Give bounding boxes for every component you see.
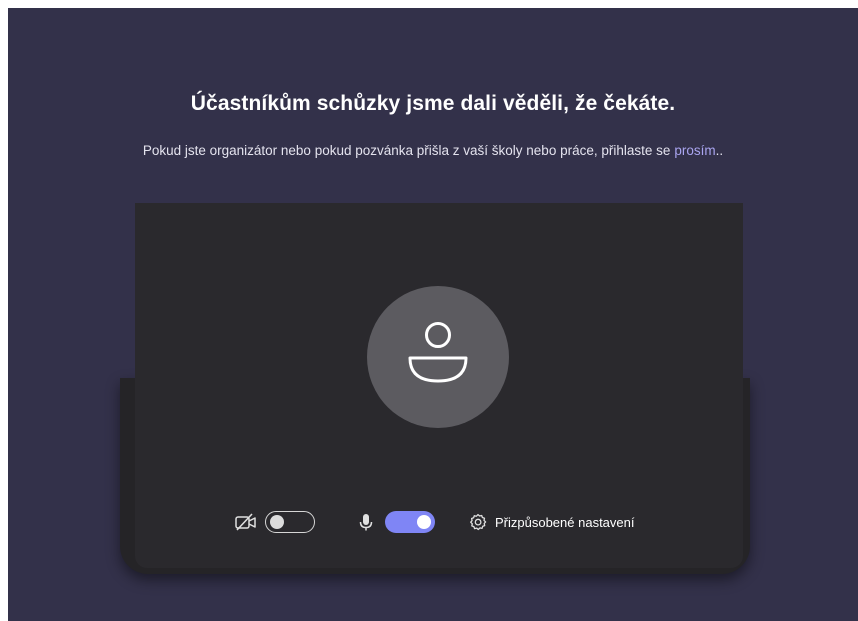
meeting-lobby: Účastníkům schůzky jsme dali věděli, že …	[8, 8, 858, 621]
video-preview: Přizpůsobené nastavení	[135, 203, 743, 568]
signin-prompt-text: Pokud jste organizátor nebo pokud pozván…	[142, 143, 671, 158]
device-settings-button[interactable]: Přizpůsobené nastavení	[468, 512, 634, 532]
device-controls: Přizpůsobené nastavení	[135, 505, 743, 539]
camera-toggle-knob	[270, 515, 284, 529]
camera-control	[234, 511, 315, 533]
avatar	[367, 286, 509, 428]
person-icon	[408, 322, 468, 383]
microphone-control	[358, 511, 435, 533]
page-title: Účastníkům schůzky jsme dali věděli, že …	[190, 92, 676, 115]
microphone-toggle-knob	[417, 515, 431, 529]
camera-off-icon	[234, 512, 258, 532]
signin-link[interactable]: prosím	[674, 143, 715, 158]
signin-prompt: Pokud jste organizátor nebo pokud pozván…	[8, 143, 858, 158]
microphone-icon	[358, 512, 374, 532]
device-settings-label: Přizpůsobené nastavení	[495, 514, 635, 530]
microphone-toggle[interactable]	[385, 511, 435, 533]
signin-link-suffix: ..	[715, 143, 724, 158]
camera-toggle[interactable]	[265, 511, 315, 533]
gear-icon	[468, 512, 488, 532]
